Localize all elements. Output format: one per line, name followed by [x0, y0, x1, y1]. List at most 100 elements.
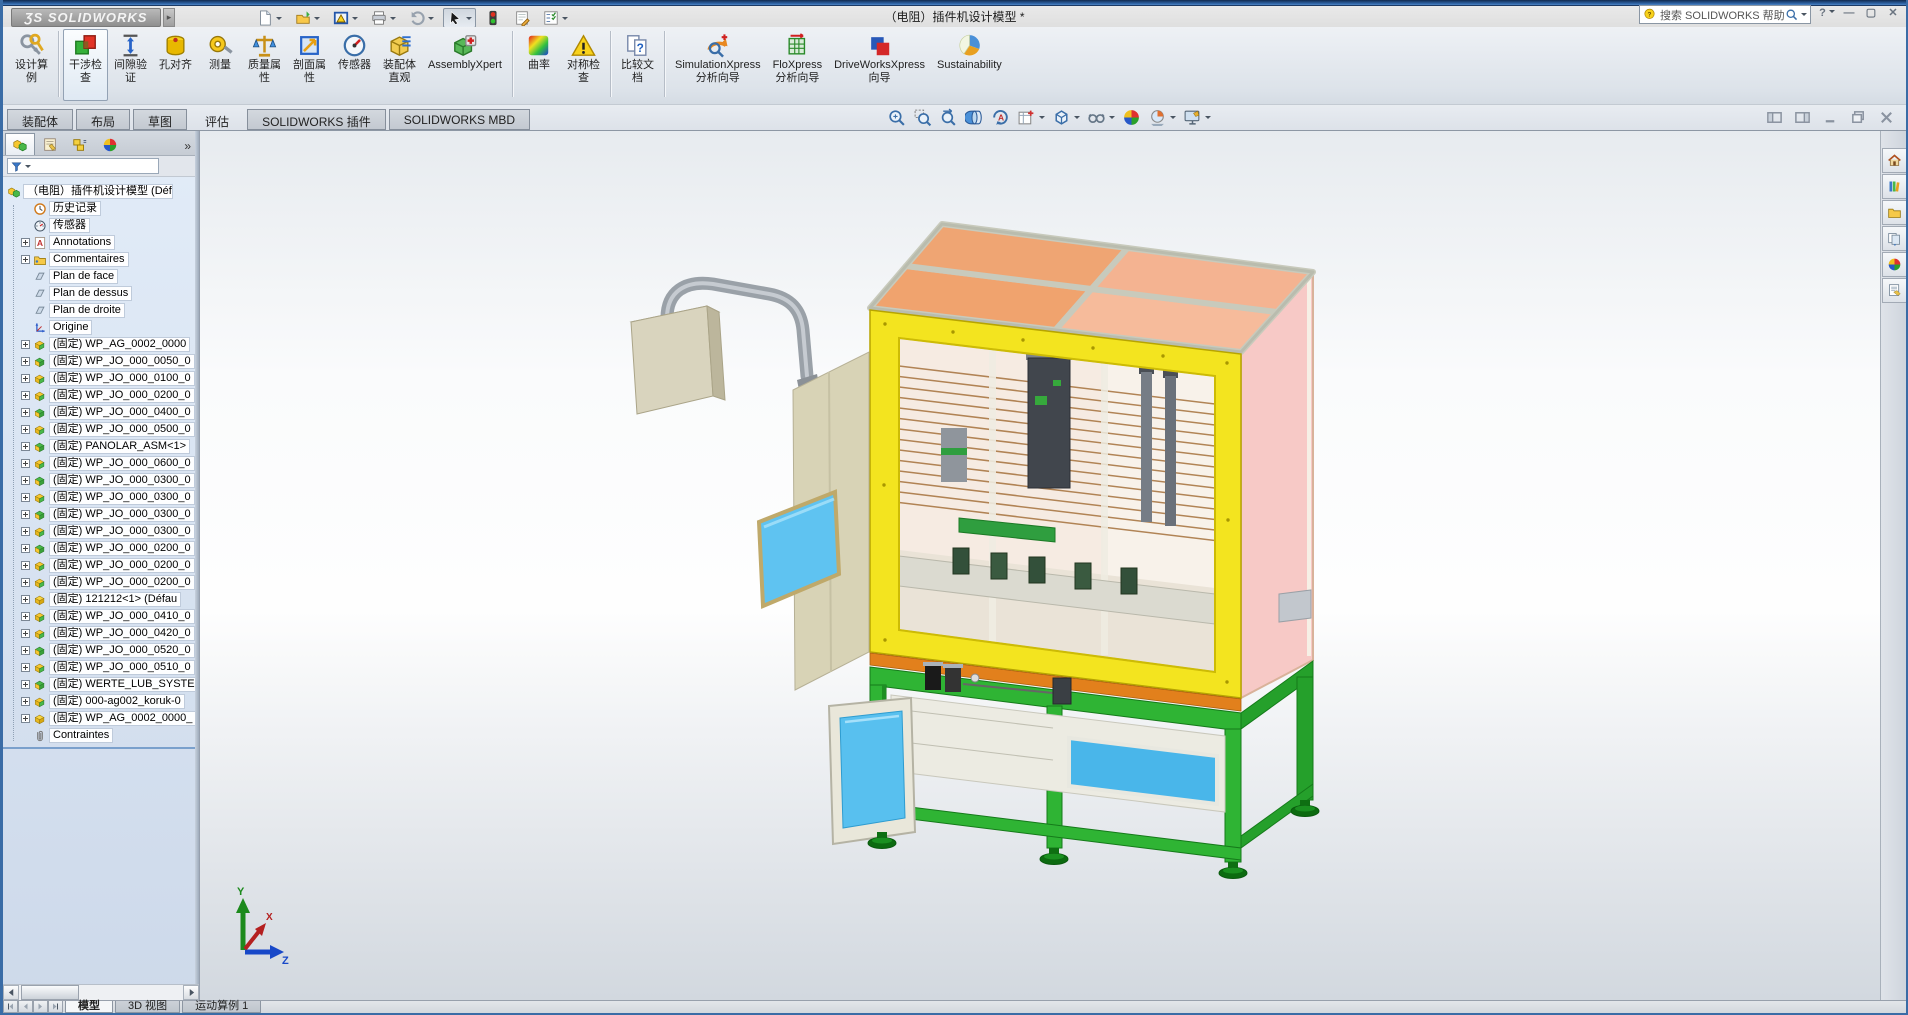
expand-plus-icon[interactable] [21, 680, 30, 689]
view-orientation-button[interactable] [1017, 108, 1045, 127]
edit-appearance-button[interactable] [1122, 108, 1141, 127]
curvature-button[interactable]: 曲率 [517, 29, 561, 101]
open-document-button[interactable] [291, 8, 324, 28]
tree-filter-input[interactable] [7, 158, 159, 174]
doc-tab-motion-study[interactable]: 运动算例 1 [182, 1001, 261, 1013]
hole-alignment-button[interactable]: 孔对齐 [153, 29, 198, 101]
print-dropdown-icon[interactable] [390, 17, 396, 23]
minimize-document-button[interactable] [1822, 109, 1842, 126]
tree-root-item[interactable]: （电阻）插件机设计模型 (Déf [3, 183, 198, 200]
expand-plus-icon[interactable] [21, 493, 30, 502]
configurationmanager-tab[interactable] [65, 133, 95, 155]
design-study-button[interactable]: 设计算 例 [9, 29, 54, 101]
appearances-scenes-button[interactable] [1882, 252, 1906, 277]
tab-layout[interactable]: 布局 [76, 109, 130, 130]
measure-button[interactable]: 测量 [198, 29, 242, 101]
close-document-button[interactable] [1878, 109, 1898, 126]
search-input[interactable]: 搜索 SOLIDWORKS 帮助 [1660, 7, 1785, 23]
sensor-button[interactable]: 传感器 [332, 29, 377, 101]
expand-plus-icon[interactable] [21, 527, 30, 536]
scrollbar-thumb[interactable] [21, 985, 79, 1000]
search-box[interactable]: ? 搜索 SOLIDWORKS 帮助 [1639, 5, 1811, 24]
expand-plus-icon[interactable] [21, 255, 30, 264]
filter-dropdown-icon[interactable] [25, 165, 31, 171]
displaymanager-tab[interactable] [95, 133, 125, 155]
file-explorer-button[interactable] [1882, 200, 1906, 225]
apply-scene-dropdown-icon[interactable] [1170, 116, 1176, 122]
solidworks-resources-button[interactable] [1882, 148, 1906, 173]
nav-last-button[interactable] [48, 1001, 63, 1013]
tree-item[interactable]: (固定) WP_JO_000_0200_0 [3, 557, 198, 574]
view-palette-button[interactable] [1882, 226, 1906, 251]
expand-plus-icon[interactable] [21, 510, 30, 519]
tab-assembly[interactable]: 装配体 [7, 109, 73, 130]
hide-show-items-dropdown-icon[interactable] [1109, 116, 1115, 122]
rotate-view-button[interactable]: A [991, 108, 1010, 127]
tree-item[interactable]: (固定) WP_JO_000_0200_0 [3, 540, 198, 557]
tree-item[interactable]: (固定) WP_AG_0002_0000_ [3, 710, 198, 727]
expand-plus-icon[interactable] [21, 238, 30, 247]
new-document-button[interactable] [253, 8, 286, 28]
expand-plus-icon[interactable] [21, 357, 30, 366]
expand-plus-icon[interactable] [21, 408, 30, 417]
close-window-button[interactable]: ✕ [1884, 6, 1902, 21]
section-properties-button[interactable]: 剖面属 性 [287, 29, 332, 101]
open-document-dropdown-icon[interactable] [314, 17, 320, 23]
zoom-to-area-button[interactable] [913, 108, 932, 127]
nav-next-button[interactable] [33, 1001, 48, 1013]
nav-prev-button[interactable] [18, 1001, 33, 1013]
expand-plus-icon[interactable] [21, 697, 30, 706]
doc-tab-3d-views[interactable]: 3D 视图 [115, 1001, 180, 1013]
help-button[interactable]: ? [1818, 6, 1836, 21]
tab-solidworks-addins[interactable]: SOLIDWORKS 插件 [247, 109, 386, 130]
tree-item[interactable]: (固定) WP_JO_000_0200_0 [3, 574, 198, 591]
search-dropdown-icon[interactable] [1801, 13, 1807, 19]
tree-item[interactable]: (固定) WP_JO_000_0600_0 [3, 455, 198, 472]
design-library-button[interactable] [1882, 174, 1906, 199]
display-style-button[interactable] [1052, 108, 1080, 127]
machine-3d-model[interactable] [623, 190, 1353, 890]
assembly-visualization-button[interactable]: 装配体 直观 [377, 29, 422, 101]
expand-plus-icon[interactable] [21, 442, 30, 451]
print-button[interactable] [367, 8, 400, 28]
zoom-to-fit-button[interactable] [887, 108, 906, 127]
tree-item[interactable]: (固定) WERTE_LUB_SYSTE [3, 676, 198, 693]
tree-item[interactable]: (固定) WP_AG_0002_0000 [3, 336, 198, 353]
tree-item[interactable]: (固定) WP_JO_000_0300_0 [3, 472, 198, 489]
panel-splitter[interactable] [195, 131, 199, 1000]
expand-plus-icon[interactable] [21, 374, 30, 383]
scrollbar-track[interactable] [79, 985, 183, 1000]
previous-view-button[interactable] [939, 108, 958, 127]
tree-item[interactable]: (固定) WP_JO_000_0100_0 [3, 370, 198, 387]
tree-item[interactable]: (固定) WP_JO_000_0500_0 [3, 421, 198, 438]
tree-horizontal-scrollbar[interactable] [3, 984, 199, 1000]
expand-plus-icon[interactable] [21, 544, 30, 553]
view-orientation-dropdown-icon[interactable] [1039, 116, 1045, 122]
graphics-viewport[interactable]: Y X Z [200, 131, 1880, 1000]
search-icon[interactable] [1785, 8, 1798, 21]
make-drawing-dropdown-icon[interactable] [352, 17, 358, 23]
restore-document-button[interactable] [1850, 109, 1870, 126]
tile-vertically-button[interactable] [1766, 109, 1786, 126]
tree-item[interactable]: AAnnotations [3, 234, 198, 251]
expand-plus-icon[interactable] [21, 391, 30, 400]
restore-window-button[interactable]: ▢ [1862, 6, 1880, 21]
expand-plus-icon[interactable] [21, 663, 30, 672]
tree-item[interactable]: (固定) PANOLAR_ASM<1> [3, 438, 198, 455]
driveworksxpress-wizard-button[interactable]: DriveWorksXpress 向导 [828, 29, 931, 101]
mass-properties-button[interactable]: 质量属 性 [242, 29, 287, 101]
tree-item[interactable]: (固定) WP_JO_000_0520_0 [3, 642, 198, 659]
tree-item[interactable]: (固定) WP_JO_000_0300_0 [3, 489, 198, 506]
expand-plus-icon[interactable] [21, 425, 30, 434]
simulationxpress-wizard-button[interactable]: SimulationXpress 分析向导 [669, 29, 767, 101]
scroll-left-arrow[interactable] [3, 985, 19, 1000]
tab-sketch[interactable]: 草图 [133, 109, 187, 130]
tree-item[interactable]: (固定) WP_JO_000_0300_0 [3, 506, 198, 523]
tile-horizontally-button[interactable] [1794, 109, 1814, 126]
menu-expand-arrow[interactable]: ▸ [163, 8, 175, 27]
tree-item[interactable]: (固定) WP_JO_000_0510_0 [3, 659, 198, 676]
tree-item[interactable]: Contraintes [3, 727, 198, 744]
tree-item[interactable]: Plan de face [3, 268, 198, 285]
apply-scene-button[interactable] [1148, 108, 1176, 127]
sustainability-button[interactable]: Sustainability [931, 29, 1008, 101]
